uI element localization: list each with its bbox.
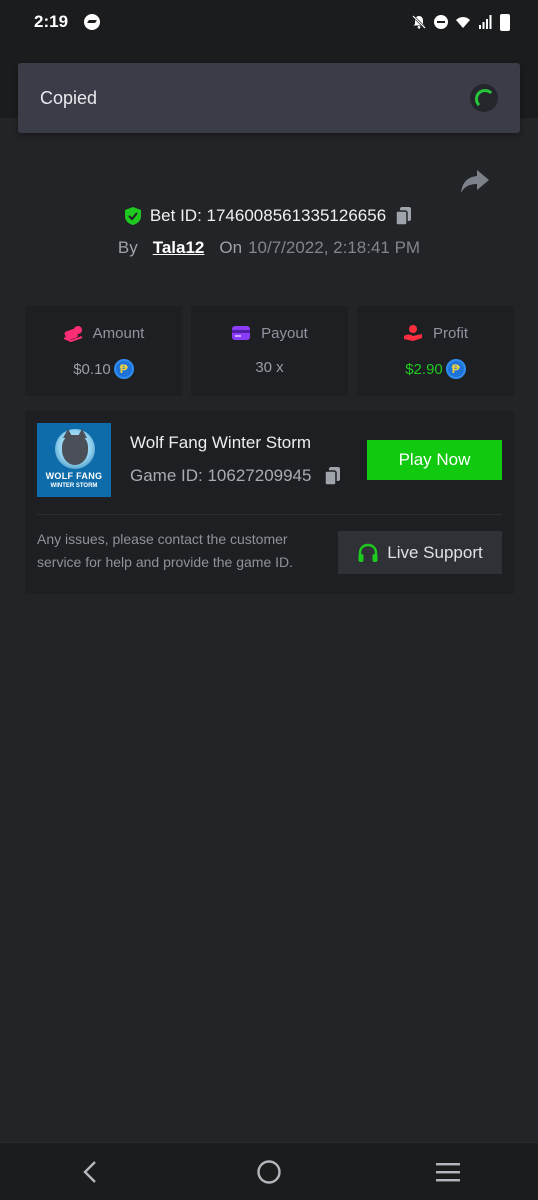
game-id: Game ID: 10627209945 — [130, 466, 312, 485]
back-icon — [82, 1160, 96, 1183]
coin-icon: ₱ — [113, 359, 134, 379]
stat-value: $0.10 — [73, 360, 111, 378]
back-button[interactable] — [70, 1152, 110, 1192]
game-card: WOLF FANG WINTER STORM Wolf Fang Winter … — [25, 411, 514, 594]
toast-timer-icon — [470, 84, 498, 112]
stat-amount: Amount $0.10 ₱ — [25, 306, 182, 396]
wifi-icon — [456, 17, 470, 28]
status-icons — [412, 13, 510, 31]
stat-value: 30 x — [255, 359, 284, 376]
stat-label: Payout — [261, 324, 308, 342]
stat-payout: Payout 30 x — [191, 306, 348, 396]
thumb-subtitle: WINTER STORM — [50, 483, 98, 489]
share-icon[interactable] — [460, 168, 490, 194]
profit-icon — [403, 325, 422, 341]
system-nav-bar — [0, 1142, 538, 1200]
game-name: Wolf Fang Winter Storm — [130, 433, 312, 452]
by-label: By — [117, 238, 138, 257]
recents-button[interactable] — [428, 1152, 468, 1192]
stat-profit: Profit $2.90 ₱ — [357, 306, 514, 396]
battery-icon — [500, 13, 510, 31]
dnd-icon — [434, 15, 448, 29]
help-text: Any issues, please contact the customer … — [37, 531, 294, 570]
divider — [37, 514, 502, 515]
headset-icon — [358, 543, 378, 562]
notifications-off-icon — [412, 15, 426, 29]
user-link[interactable]: Tala12 — [153, 238, 205, 258]
copy-icon[interactable] — [323, 466, 343, 486]
status-bar: 2:19 — [0, 0, 538, 44]
shield-check-icon — [124, 207, 141, 225]
copied-toast: Copied — [18, 63, 520, 133]
bet-meta-row: By Tala12 On 10/7/2022, 2:18:41 PM — [0, 238, 538, 258]
copy-icon[interactable] — [394, 206, 414, 226]
on-label: On — [219, 238, 243, 257]
bet-id: Bet ID: 1746008561335126656 — [149, 206, 387, 225]
signal-icon — [479, 15, 492, 29]
home-icon — [257, 1159, 281, 1184]
stat-label: Profit — [432, 324, 468, 342]
live-support-label: Live Support — [387, 542, 483, 562]
home-button[interactable] — [249, 1152, 289, 1192]
bet-date: 10/7/2022, 2:18:41 PM — [248, 238, 421, 257]
game-thumbnail[interactable]: WOLF FANG WINTER STORM — [37, 423, 111, 497]
bet-stats: Amount $0.10 ₱ Payout 30 x Profit $2.90 … — [25, 306, 514, 396]
messenger-icon — [84, 14, 101, 30]
thumb-title: WOLF FANG — [45, 471, 103, 481]
amount-icon — [63, 326, 82, 342]
game-id-row: Game ID: 10627209945 — [130, 466, 343, 486]
bet-id-row: Bet ID: 1746008561335126656 — [0, 206, 538, 226]
stat-value: $2.90 — [405, 360, 443, 378]
coin-icon: ₱ — [445, 359, 466, 379]
status-time: 2:19 — [34, 12, 69, 31]
live-support-button[interactable]: Live Support — [338, 531, 502, 574]
menu-icon — [436, 1162, 461, 1181]
play-now-button[interactable]: Play Now — [367, 440, 502, 480]
payout-card-icon — [232, 326, 251, 340]
stat-label: Amount — [92, 324, 145, 342]
toast-text: Copied — [40, 87, 98, 108]
wolf-icon — [62, 429, 88, 465]
